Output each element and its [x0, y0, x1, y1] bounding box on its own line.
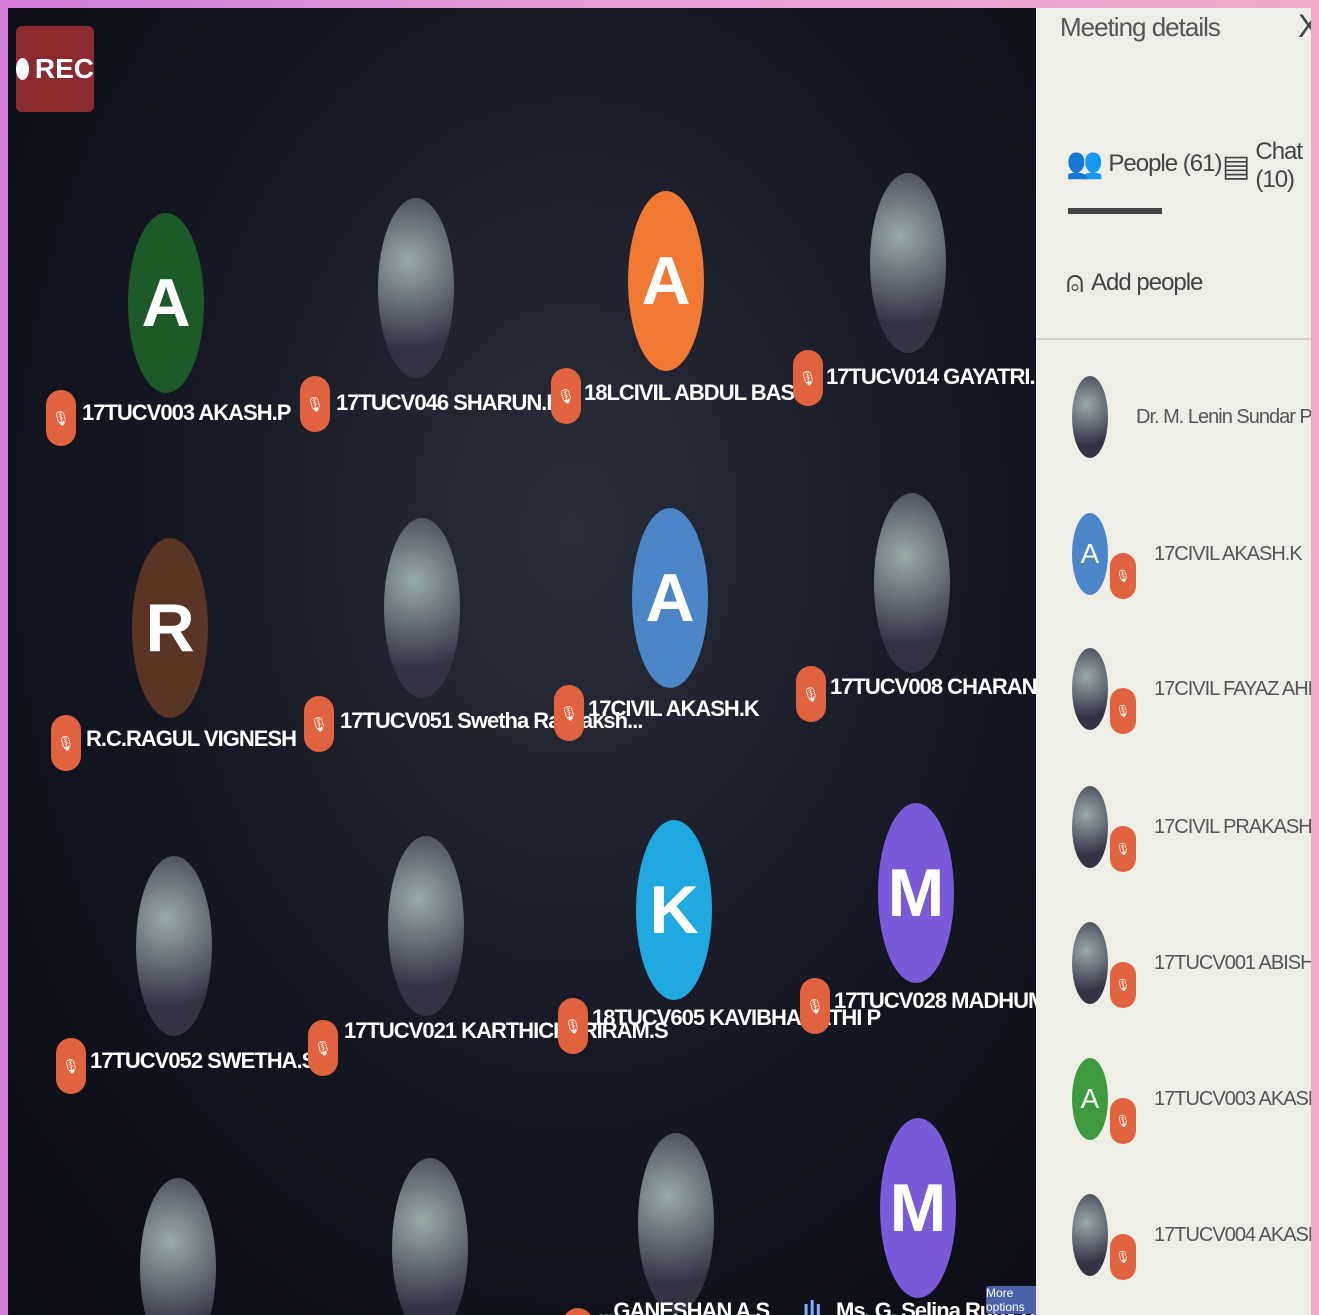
- participant-name: ...GANESHAN A.S: [598, 1298, 770, 1315]
- tab-chat-label: Chat (10): [1255, 138, 1303, 193]
- participant-avatar: K: [636, 820, 712, 1000]
- mic-muted-icon: 🎙: [793, 350, 823, 406]
- participant-name: 17TUCV003 AKASH.P: [82, 400, 291, 425]
- participant-name: 17TUCV052 SWETHA.S: [90, 1048, 316, 1073]
- mic-muted-icon: 🎙: [1110, 553, 1136, 599]
- mic-muted-icon: 🎙: [1110, 826, 1136, 872]
- participant-avatar: A: [1072, 513, 1108, 595]
- mic-muted-icon: 🎙: [308, 1020, 338, 1076]
- meeting-window: REC A 🎙 17TUCV003 AKASH.P 🎙 17TUCV046 SHARUN…: [8, 8, 1311, 1315]
- participant-avatar: [384, 518, 460, 698]
- mic-muted-icon: 🎙: [300, 376, 330, 432]
- participant-name: 17TUCV028 MADHUMATHI.P: [834, 988, 1036, 1013]
- people-icon: 👥: [1066, 147, 1103, 180]
- participant-name: 17TUCV046 SHARUN.R: [336, 390, 562, 415]
- participant-avatar: [1072, 648, 1108, 730]
- participant-avatar: A: [128, 213, 204, 393]
- participant-avatar: M: [878, 803, 954, 983]
- participant-avatar: [1072, 922, 1108, 1004]
- participant-name: R.C.RAGUL VIGNESH: [86, 726, 297, 751]
- participant-avatar: [874, 493, 950, 673]
- mic-muted-icon: 🎙: [1110, 688, 1136, 734]
- chat-icon: ▤: [1222, 149, 1250, 183]
- active-tab-indicator: [1068, 208, 1162, 214]
- participant-avatar: [1072, 786, 1108, 868]
- tab-people-label: People (61): [1108, 149, 1222, 177]
- add-people-label: Add people: [1091, 269, 1203, 296]
- participant-name: 17TUCV008 CHARAN RAJ.N.M: [830, 674, 1036, 699]
- mic-muted-icon: 🎙: [563, 1308, 593, 1315]
- record-dot-icon: [16, 58, 29, 80]
- mic-muted-icon: 🎙: [1110, 962, 1136, 1008]
- add-person-icon: ⍝: [1066, 266, 1084, 299]
- participant-avatar: [136, 856, 212, 1036]
- participant-list-item[interactable]: 🎙 17TUCV001 ABISHEK.D: [1036, 922, 1311, 1042]
- more-options-button[interactable]: More options: [986, 1286, 1036, 1314]
- mic-muted-icon: 🎙: [554, 685, 584, 741]
- participant-name: 17CIVIL FAYAZ AHMED.S.M: [1154, 678, 1311, 700]
- close-icon[interactable]: X: [1298, 8, 1311, 45]
- mic-muted-icon: 🎙: [1110, 1234, 1136, 1280]
- participant-avatar: [638, 1133, 714, 1313]
- participant-name: 18LCIVIL ABDUL BASIT: [584, 380, 813, 405]
- participant-list-item[interactable]: Dr. M. Lenin Sundar Professor ...: [1036, 376, 1311, 496]
- meeting-details-panel: Meeting details X 👥 People (61) ▤ Chat (…: [1036, 8, 1311, 1315]
- participant-avatar: M: [880, 1118, 956, 1298]
- mic-muted-icon: 🎙: [304, 696, 334, 752]
- participant-avatar: [870, 173, 946, 353]
- participant-name: 17TUCV014 GAYATRI.R.V: [826, 364, 1036, 389]
- tab-chat[interactable]: ▤ Chat (10): [1222, 138, 1311, 194]
- divider: [1036, 338, 1311, 340]
- participant-list-item[interactable]: 🎙 17TUCV004 AKASHRAJ.R: [1036, 1194, 1311, 1314]
- recording-indicator: REC: [16, 26, 94, 112]
- participant-name: Dr. M. Lenin Sundar Professor ...: [1136, 406, 1311, 428]
- panel-title: Meeting details: [1060, 12, 1221, 42]
- participant-avatar: [1072, 1194, 1108, 1276]
- participant-avatar: R: [132, 538, 208, 718]
- participant-list-item[interactable]: A 🎙 17CIVIL AKASH.K: [1036, 513, 1311, 633]
- mic-muted-icon: 🎙: [56, 1038, 86, 1094]
- add-people-button[interactable]: ⍝ Add people: [1066, 266, 1203, 300]
- mic-muted-icon: 🎙: [51, 715, 81, 771]
- mic-muted-icon: 🎙: [796, 666, 826, 722]
- participant-name: 17TUCV004 AKASHRAJ.R: [1154, 1224, 1311, 1246]
- speaking-indicator-icon: ılı: [803, 1296, 822, 1315]
- recording-label: REC: [34, 53, 94, 84]
- participant-avatar: [140, 1178, 216, 1315]
- video-grid: REC A 🎙 17TUCV003 AKASH.P 🎙 17TUCV046 SHARUN…: [8, 8, 1036, 1315]
- participant-list-item[interactable]: 🎙 17CIVIL PRAKASH RAJ.K: [1036, 786, 1311, 906]
- participant-list-item[interactable]: A🎙 17TUCV003 AKASH.P: [1036, 1058, 1311, 1178]
- participant-avatar: [1072, 376, 1108, 458]
- participant-name: 17CIVIL PRAKASH RAJ.K: [1154, 816, 1311, 838]
- tab-people[interactable]: 👥 People (61): [1066, 146, 1222, 181]
- participant-name: 17TUCV003 AKASH.P: [1154, 1088, 1311, 1110]
- mic-muted-icon: 🎙: [46, 390, 76, 446]
- participant-name: 17TUCV001 ABISHEK.D: [1154, 952, 1311, 974]
- mic-muted-icon: 🎙: [1110, 1098, 1136, 1144]
- mic-muted-icon: 🎙: [800, 978, 830, 1034]
- participant-avatar: [378, 198, 454, 378]
- participant-name: 17CIVIL AKASH.K: [588, 696, 760, 721]
- participant-list-item[interactable]: 🎙 17CIVIL FAYAZ AHMED.S.M: [1036, 648, 1311, 768]
- participant-name: 17CIVIL AKASH.K: [1154, 543, 1303, 565]
- participant-avatar: A: [632, 508, 708, 688]
- participant-avatar: [388, 836, 464, 1016]
- participant-avatar: A: [628, 191, 704, 371]
- participant-avatar: [392, 1158, 468, 1315]
- mic-muted-icon: 🎙: [558, 998, 588, 1054]
- participant-avatar: A: [1072, 1058, 1108, 1140]
- mic-muted-icon: 🎙: [551, 368, 581, 424]
